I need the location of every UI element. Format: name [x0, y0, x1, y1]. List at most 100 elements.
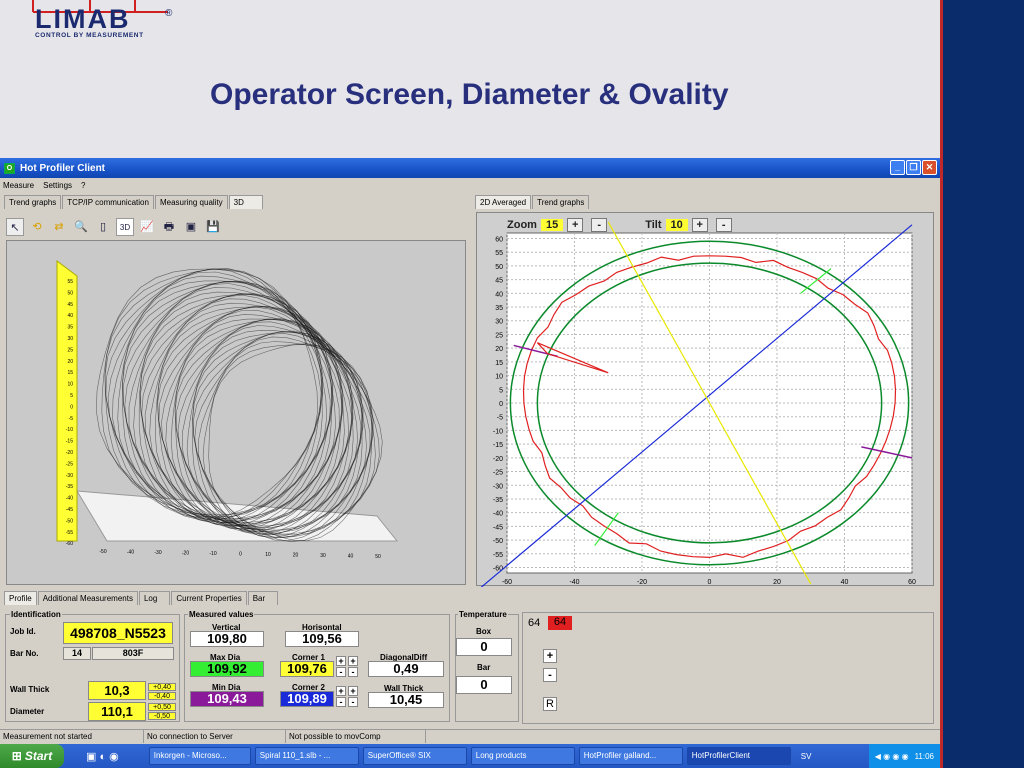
y-tick-label: -60 [493, 566, 503, 573]
status-connection: No connection to Server [144, 730, 286, 743]
menu-settings[interactable]: Settings [43, 181, 72, 190]
bottom-tabs: Profile Additional Measurements Log Curr… [4, 591, 279, 605]
language-indicator[interactable]: SV [801, 752, 812, 761]
side-value-b: 64 [548, 616, 572, 630]
z-tick-label: -40 [66, 496, 73, 502]
side-minus-button[interactable]: - [543, 668, 557, 682]
tab-bar[interactable]: Bar [247, 591, 279, 605]
z-tick-label: 30 [67, 336, 73, 342]
tab-3d[interactable]: 3D [228, 195, 263, 209]
corner2-minus-b[interactable]: - [348, 697, 358, 707]
task-superoffice[interactable]: SuperOffice® SIX [362, 747, 467, 765]
tab-log[interactable]: Log [138, 591, 171, 605]
task-inkorgen[interactable]: Inkorgen - Microso... [148, 747, 251, 765]
y-tick-label: -5 [497, 415, 503, 422]
y-tick-label: 10 [495, 374, 503, 381]
close-button[interactable]: ✕ [922, 160, 937, 175]
minimize-button[interactable]: _ [890, 160, 905, 175]
clock: 11:06 [914, 751, 934, 761]
y-tick-label: -45 [493, 524, 503, 531]
rotate-icon[interactable]: ⟲ [28, 218, 46, 236]
corner1-minus-b[interactable]: - [348, 667, 358, 677]
x-tick-label: 50 [375, 554, 381, 560]
save-icon[interactable]: 💾 [204, 218, 222, 236]
z-tick-label: -5 [69, 416, 74, 422]
select-icon[interactable]: ↖ [6, 218, 24, 236]
tab-profile[interactable]: Profile [4, 591, 37, 605]
tab-2d-averaged[interactable]: 2D Averaged [475, 195, 532, 209]
taskbar: ⊞ Start ▣ ◐ ◉ Inkorgen - Microso... Spir… [0, 744, 940, 768]
y-tick-label: 25 [495, 332, 503, 339]
task-hotprofiler-galland[interactable]: HotProfiler galland... [578, 747, 683, 765]
z-tick-label: -45 [66, 507, 73, 513]
z-tick-label: 10 [67, 382, 73, 388]
corner1-plus-a[interactable]: + [336, 656, 346, 666]
y-tick-label: 55 [495, 250, 503, 257]
corner2-minus-a[interactable]: - [336, 697, 346, 707]
side-plus-button[interactable]: + [543, 649, 557, 663]
tab-measuring-quality[interactable]: Measuring quality [154, 195, 228, 209]
task-hotprofilerclient[interactable]: HotProfilerClient [686, 747, 791, 765]
start-button[interactable]: ⊞ Start [0, 744, 64, 768]
status-measurement: Measurement not started [0, 730, 144, 743]
plot-2d-canvas[interactable]: 605550454035302520151050-5-10-15-20-25-3… [477, 213, 935, 587]
page-icon[interactable]: ▯ [94, 218, 112, 236]
side-panel [522, 612, 934, 724]
z-tick-label: -30 [66, 473, 73, 479]
x-tick-label: -40 [127, 550, 134, 556]
tab-trend-graphs-right[interactable]: Trend graphs [532, 195, 590, 209]
x-tick-label: 40 [841, 579, 849, 586]
corner2-plus-a[interactable]: + [336, 686, 346, 696]
z-tick-label: -15 [66, 439, 73, 445]
corner2-plus-b[interactable]: + [348, 686, 358, 696]
x-tick-label: -60 [502, 579, 512, 586]
image-icon[interactable]: ▣ [182, 218, 200, 236]
z-tick-label: 45 [67, 302, 73, 308]
zoom-icon[interactable]: 🔍 [72, 218, 90, 236]
task-spiral[interactable]: Spiral 110_1.slb - ... [254, 747, 359, 765]
x-tick-label: -50 [99, 549, 106, 555]
y-tick-label: 60 [495, 236, 503, 243]
print-icon[interactable]: 🖶 [160, 218, 178, 236]
tab-tcp-ip[interactable]: TCP/IP communication [62, 195, 154, 209]
z-tick-label: 40 [67, 313, 73, 319]
3d-icon[interactable]: 3D [116, 218, 134, 236]
corner2-field: 109,89 [280, 691, 334, 707]
z-tick-label: -25 [66, 461, 73, 467]
x-tick-label: 20 [293, 553, 299, 559]
z-tick-label: 55 [67, 279, 73, 285]
x-tick-label: 40 [348, 554, 354, 560]
title-bar[interactable]: O Hot Profiler Client _ ❐ ✕ [0, 158, 940, 178]
quick-launch-icons[interactable]: ▣ ◐ ◉ [86, 750, 119, 763]
tab-current-properties[interactable]: Current Properties [171, 591, 247, 605]
menu-help[interactable]: ? [81, 181, 85, 190]
tray-icons[interactable]: ◀ ◉ ◉ ◉ [875, 752, 909, 761]
menu-measure[interactable]: Measure [3, 181, 34, 190]
max-dia-field: 109,92 [190, 661, 264, 677]
job-id-label: Job Id. [10, 627, 36, 636]
plot-3d[interactable]: 55 50 45 40 35 30 25 20 15 10 5 0 -5 -10 -15 -20 -25 -30-… [6, 240, 466, 585]
y-tick-label: -30 [493, 483, 503, 490]
maximize-button[interactable]: ❐ [906, 160, 921, 175]
z-tick-label: -50 [66, 518, 73, 524]
corner1-plus-b[interactable]: + [348, 656, 358, 666]
x-tick-label: 30 [320, 553, 326, 559]
logo-subtitle: CONTROL BY MEASUREMENT [35, 32, 144, 39]
right-tabs: 2D Averaged Trend graphs [475, 195, 590, 209]
reset-button[interactable]: R [543, 697, 557, 711]
job-id-field: 498708_N5523 [63, 622, 173, 644]
status-movcomp: Not possible to movComp [286, 730, 426, 743]
corner1-minus-a[interactable]: - [336, 667, 346, 677]
tab-additional-measurements[interactable]: Additional Measurements [37, 591, 138, 605]
diameter-field: 110,1 [88, 702, 146, 721]
task-long-products[interactable]: Long products [470, 747, 575, 765]
box-label: Box [476, 627, 492, 636]
x-tick-label: -10 [209, 551, 216, 557]
pan-icon[interactable]: ⇄ [50, 218, 68, 236]
chart-icon[interactable]: 📈 [138, 218, 156, 236]
tab-trend-graphs[interactable]: Trend graphs [4, 195, 62, 209]
y-tick-label: 30 [495, 319, 503, 326]
y-tick-label: -50 [493, 538, 503, 545]
slide-right-band [940, 0, 1024, 768]
x-tick-label: -40 [569, 579, 579, 586]
